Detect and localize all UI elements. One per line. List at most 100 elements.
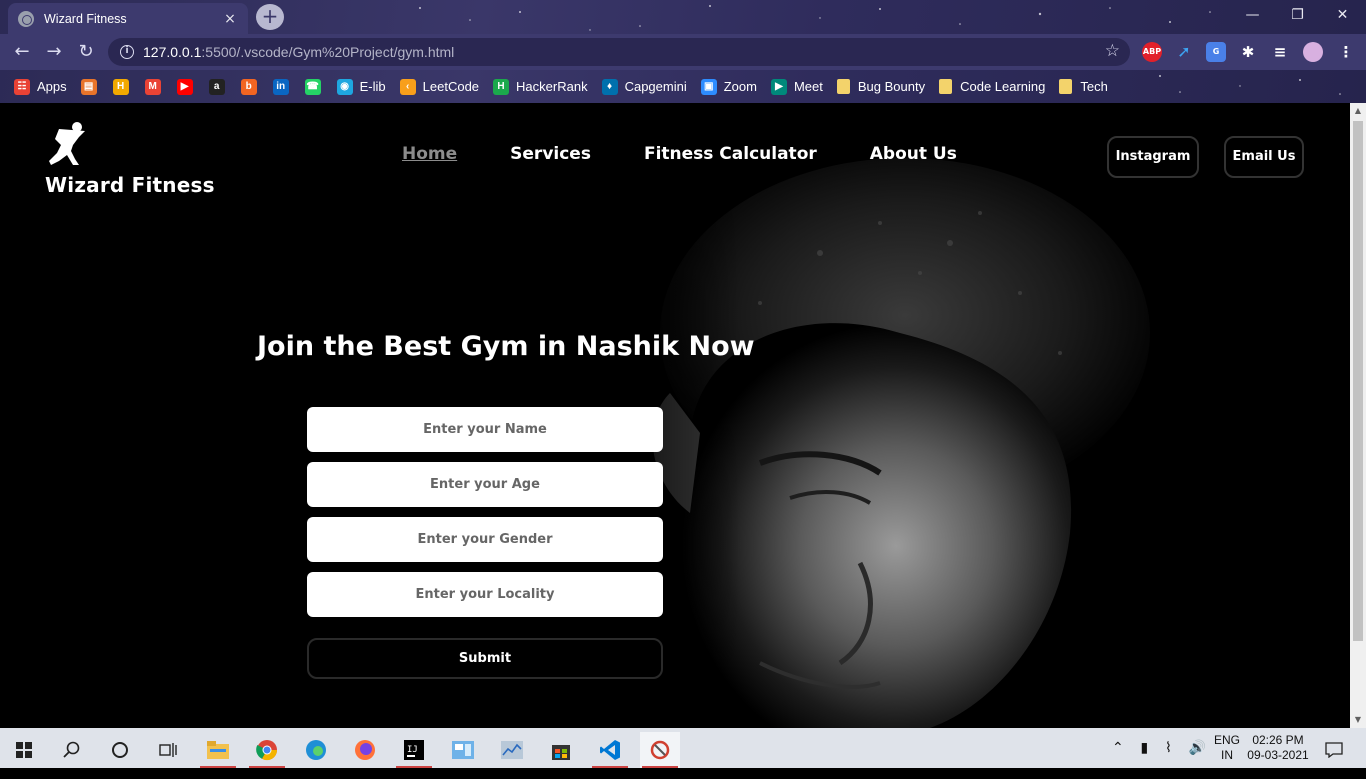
extensions-puzzle-icon[interactable]: ✱ — [1238, 42, 1258, 62]
instagram-button[interactable]: Instagram — [1107, 136, 1199, 178]
gender-input[interactable] — [307, 517, 663, 562]
performance-monitor-icon[interactable] — [492, 732, 532, 768]
adblock-plus-icon[interactable]: ABP — [1142, 42, 1162, 62]
scroll-up-icon[interactable]: ▲ — [1350, 103, 1366, 119]
window-close-icon[interactable]: ✕ — [1320, 0, 1365, 30]
profile-avatar[interactable] — [1303, 42, 1323, 62]
hackerrank-icon: H — [493, 78, 510, 95]
battery-icon[interactable]: ▮ — [1140, 739, 1148, 779]
leetcode-icon: ‹ — [399, 78, 416, 95]
bookmark-label: Tech — [1080, 79, 1108, 94]
store-icon[interactable] — [541, 732, 581, 768]
brand[interactable]: Wizard Fitness — [45, 121, 215, 197]
clock-date: 09-03-2021 — [1247, 748, 1309, 762]
firefox-icon[interactable] — [345, 732, 385, 768]
age-input[interactable] — [307, 462, 663, 507]
bookmarks-bar: ☷ Apps ▤ H M ▶ a b in ☎ ◉ E-lib ‹ LeetCode H HackerRank… — [0, 70, 1366, 103]
bookmark-item[interactable]: a — [208, 78, 225, 95]
google-translate-icon[interactable]: G — [1206, 42, 1226, 62]
volume-icon[interactable]: 🔊 — [1189, 739, 1206, 779]
tab-strip: Wizard Fitness × + — ❐ ✕ — [0, 0, 1366, 34]
meet-icon: ▶ — [770, 78, 787, 95]
tab-title: Wizard Fitness — [44, 11, 127, 26]
intellij-icon[interactable]: IJ — [394, 732, 434, 768]
address-bar[interactable]: i 127.0.0.1:5500/.vscode/Gym%20Project/g… — [108, 38, 1130, 66]
scrollbar-thumb[interactable] — [1353, 121, 1363, 641]
folder-icon — [1059, 79, 1073, 94]
minimize-icon[interactable]: — — [1230, 0, 1275, 30]
email-us-button[interactable]: Email Us — [1224, 136, 1304, 178]
bookmark-item[interactable]: ‹ LeetCode — [399, 78, 479, 95]
new-tab-button[interactable]: + — [256, 4, 284, 30]
close-tab-icon[interactable]: × — [222, 11, 238, 27]
inbox-icon: ▤ — [80, 78, 97, 95]
language-indicator[interactable]: ENG IN — [1212, 733, 1242, 773]
vscode-icon[interactable] — [590, 732, 630, 768]
nav-fitness-calculator[interactable]: Fitness Calculator — [644, 144, 817, 164]
chevron-up-icon[interactable]: ⌃ — [1112, 739, 1124, 779]
language-code: ENG — [1213, 733, 1240, 747]
windows-start-icon[interactable] — [4, 732, 44, 768]
brand-name: Wizard Fitness — [45, 173, 215, 197]
bookmark-item[interactable]: ▶ Meet — [770, 78, 823, 95]
bookmark-item[interactable]: ▶ — [176, 78, 193, 95]
chrome-icon[interactable] — [247, 732, 287, 768]
bookmark-item[interactable]: Tech — [1059, 79, 1108, 94]
bookmark-item[interactable]: H — [112, 78, 129, 95]
notifications-icon[interactable] — [1314, 732, 1354, 768]
bookmark-item[interactable]: Code Learning — [939, 79, 1045, 94]
locality-input[interactable] — [307, 572, 663, 617]
bookmark-item[interactable]: Bug Bounty — [836, 79, 925, 94]
linkedin-icon: in — [272, 78, 289, 95]
snipping-tool-icon[interactable] — [640, 732, 680, 768]
join-form: Submit — [307, 407, 663, 679]
bookmark-item[interactable]: in — [272, 78, 289, 95]
kebab-menu-icon[interactable]: ⋮ — [1336, 42, 1356, 62]
webpage-viewport: Wizard Fitness Home Services Fitness Cal… — [0, 103, 1350, 728]
svg-text:IJ: IJ — [407, 745, 418, 755]
windows-taskbar: IJ ⌃ ▮ ⌇ 🔊 ENG IN 02:26 PM 09-03-2021 — [0, 728, 1366, 768]
browser-toolbar: ← → ↻ i 127.0.0.1:5500/.vscode/Gym%20Pro… — [0, 34, 1366, 70]
back-arrow-icon[interactable]: ← — [10, 40, 34, 64]
bookmark-item[interactable]: M — [144, 78, 161, 95]
bookmark-item[interactable]: ◉ E-lib — [336, 78, 386, 95]
submit-button[interactable]: Submit — [307, 638, 663, 679]
youtube-icon: ▶ — [176, 78, 193, 95]
file-explorer-icon[interactable] — [198, 732, 238, 768]
clock[interactable]: 02:26 PM 09-03-2021 — [1246, 733, 1310, 773]
main-nav: Home Services Fitness Calculator About U… — [402, 144, 1010, 164]
page-scrollbar[interactable]: ▲ ▼ — [1350, 103, 1366, 728]
nav-services[interactable]: Services — [510, 144, 591, 164]
bookmark-item[interactable]: ♦ Capgemini — [601, 78, 687, 95]
reload-icon[interactable]: ↻ — [74, 40, 98, 64]
browser-chrome: Wizard Fitness × + — ❐ ✕ ← → ↻ i 127.0.0… — [0, 0, 1366, 103]
page-headline: Join the Best Gym in Nashik Now — [257, 331, 755, 362]
search-icon[interactable] — [52, 732, 92, 768]
bookmark-label: Capgemini — [624, 79, 687, 94]
scroll-down-icon[interactable]: ▼ — [1350, 712, 1366, 728]
wifi-icon[interactable]: ⌇ — [1165, 739, 1172, 779]
site-info-icon[interactable]: i — [120, 45, 134, 59]
media-control-icon[interactable]: ≡ — [1270, 42, 1290, 62]
clock-time: 02:26 PM — [1252, 733, 1304, 747]
task-view-icon[interactable] — [148, 732, 188, 768]
nav-about-us[interactable]: About Us — [870, 144, 957, 164]
control-panel-icon[interactable] — [443, 732, 483, 768]
edge-icon[interactable] — [296, 732, 336, 768]
bookmark-item[interactable]: H HackerRank — [493, 78, 588, 95]
browser-tab-active[interactable]: Wizard Fitness × — [8, 3, 248, 34]
forward-arrow-icon[interactable]: → — [42, 40, 66, 64]
nav-home[interactable]: Home — [402, 144, 457, 164]
name-input[interactable] — [307, 407, 663, 452]
cortana-icon[interactable] — [100, 732, 140, 768]
apps-grid-icon: ☷ — [14, 78, 30, 95]
restore-icon[interactable]: ❐ — [1275, 0, 1320, 30]
bookmark-star-icon[interactable]: ☆ — [1105, 41, 1120, 61]
bookmark-item[interactable]: b — [240, 78, 257, 95]
bookmark-item[interactable]: ▤ — [80, 78, 97, 95]
bookmark-item[interactable]: ▣ Zoom — [700, 78, 757, 95]
lightning-extension-icon[interactable]: ➚ — [1174, 42, 1194, 62]
bookmark-item[interactable]: ☷ Apps — [14, 78, 67, 95]
gmail-icon: M — [144, 78, 161, 95]
bookmark-item[interactable]: ☎ — [304, 78, 321, 95]
